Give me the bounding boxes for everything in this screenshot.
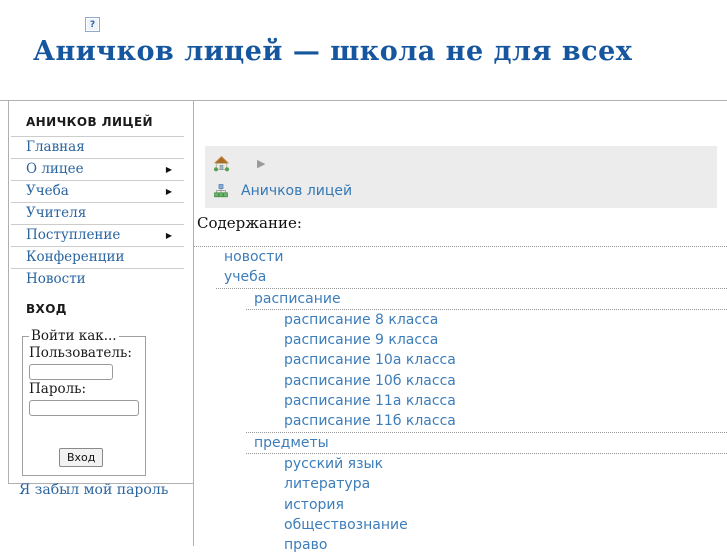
toc-row: русский язык: [194, 454, 727, 474]
toc-row: расписание 11а класса: [194, 391, 727, 411]
toc-row: история: [194, 495, 727, 515]
toc-link[interactable]: расписание 9 класса: [284, 330, 438, 350]
sidebar-item-label: Главная: [26, 139, 85, 155]
toc-list: новостиучебарасписаниерасписание 8 класс…: [194, 246, 727, 555]
toc-link[interactable]: литература: [284, 474, 370, 494]
sidebar-item[interactable]: О лицее ▶: [11, 158, 184, 180]
breadcrumb-row-site: Аничков лицей: [205, 172, 717, 199]
toc-row: расписание 9 класса: [194, 330, 727, 350]
submenu-arrow-icon: ▶: [166, 165, 172, 175]
submenu-arrow-icon: ▶: [166, 187, 172, 197]
sidebar-item[interactable]: Учеба ▶: [11, 180, 184, 202]
toc-row: предметы: [194, 433, 727, 453]
toc-link[interactable]: право: [284, 535, 327, 555]
main-frame: АНИЧКОВ ЛИЦЕЙ Главная О лицее ▶ Учеба ▶ Учите…: [0, 100, 727, 546]
toc-row: расписание 11б класса: [194, 411, 727, 431]
sidebar-item-label: Новости: [26, 271, 86, 287]
sidebar: АНИЧКОВ ЛИЦЕЙ Главная О лицее ▶ Учеба ▶ Учите…: [8, 101, 194, 484]
toc-row: расписание 10б класса: [194, 371, 727, 391]
sidebar-item-label: Учеба: [26, 183, 69, 199]
toc-row: расписание 8 класса: [194, 310, 727, 330]
login-button-row: Вход: [59, 446, 139, 467]
username-input[interactable]: [29, 364, 113, 380]
breadcrumb: ▶ Аничков лицей: [205, 146, 717, 208]
toc-row: литература: [194, 474, 727, 494]
sidebar-item[interactable]: Главная: [11, 136, 184, 158]
breadcrumb-site-link[interactable]: Аничков лицей: [241, 183, 352, 199]
toc-link[interactable]: расписание 10б класса: [284, 371, 456, 391]
sidebar-item[interactable]: Новости: [11, 268, 184, 290]
sidebar-item-label: Учителя: [26, 205, 86, 221]
toc-link[interactable]: обществознание: [284, 515, 408, 535]
toc-link[interactable]: предметы: [254, 433, 329, 453]
password-input[interactable]: [29, 400, 139, 416]
toc-link[interactable]: учеба: [224, 267, 266, 287]
toc-heading: Содержание:: [197, 214, 727, 232]
content-area: ▶ Аничков лицей Содержание: новостиучеба…: [194, 101, 727, 546]
page-title: Аничков лицей — школа не для всех: [33, 36, 632, 67]
login-section-title: ВХОД: [9, 290, 194, 322]
toc-link[interactable]: расписание 10а класса: [284, 350, 456, 370]
sidebar-item-label: Конференции: [26, 249, 124, 265]
submenu-arrow-icon: ▶: [166, 231, 172, 241]
login-fieldset: Войти как... Пользователь: Пароль: Вход: [22, 328, 146, 476]
sidebar-menu: Главная О лицее ▶ Учеба ▶ Учителя Поступление ▶…: [11, 136, 184, 290]
home-icon[interactable]: [213, 155, 230, 172]
toc-link[interactable]: история: [284, 495, 344, 515]
toc-row: учеба: [194, 267, 727, 287]
breadcrumb-row-top: ▶: [205, 146, 717, 172]
toc-row: расписание 10а класса: [194, 350, 727, 370]
sidebar-item-label: Поступление: [26, 227, 120, 243]
sidebar-item[interactable]: Учителя: [11, 202, 184, 224]
forgot-password-link[interactable]: Я забыл мой пароль: [19, 482, 194, 498]
password-label: Пароль:: [29, 381, 139, 397]
sidebar-item-label: О лицее: [26, 161, 84, 177]
login-button[interactable]: Вход: [59, 448, 103, 467]
toc-link[interactable]: расписание 8 класса: [284, 310, 438, 330]
toc-link[interactable]: расписание 11а класса: [284, 391, 456, 411]
sidebar-item[interactable]: Поступление ▶: [11, 224, 184, 246]
username-label: Пользователь:: [29, 345, 139, 361]
toc-link[interactable]: новости: [224, 247, 284, 267]
sidebar-item[interactable]: Конференции: [11, 246, 184, 268]
toc-row: право: [194, 535, 727, 555]
toc-link[interactable]: расписание: [254, 289, 341, 309]
login-legend: Войти как...: [29, 328, 119, 344]
broken-image-icon: ?: [85, 17, 100, 32]
sidebar-title: АНИЧКОВ ЛИЦЕЙ: [9, 101, 194, 136]
sitemap-icon: [214, 184, 228, 198]
toc-row: расписание: [194, 289, 727, 309]
breadcrumb-arrow-icon: ▶: [257, 158, 265, 170]
toc-row: обществознание: [194, 515, 727, 535]
toc-link[interactable]: русский язык: [284, 454, 383, 474]
toc-link[interactable]: расписание 11б класса: [284, 411, 456, 431]
toc-row: новости: [194, 247, 727, 267]
